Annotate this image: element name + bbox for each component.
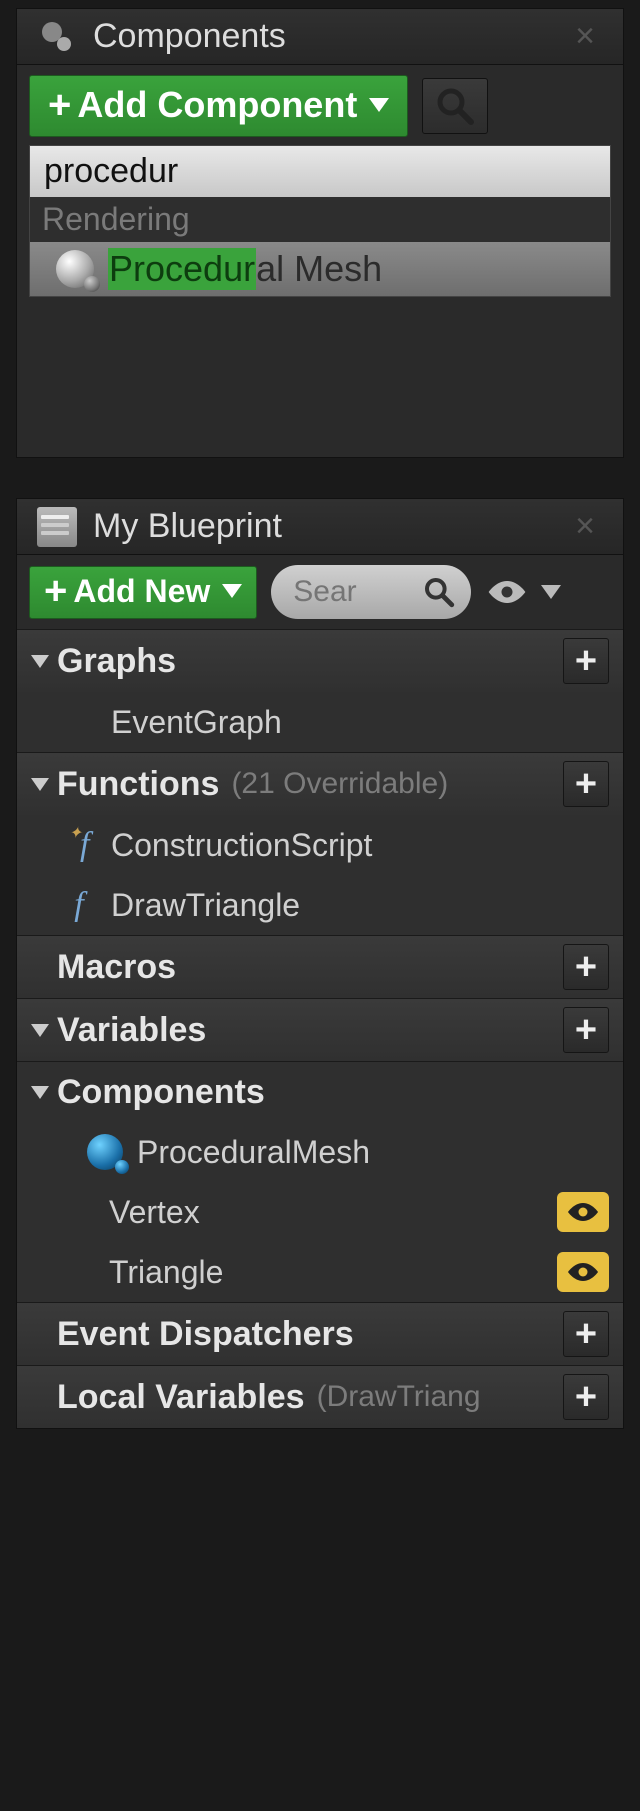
plus-icon: + (48, 93, 71, 117)
add-component-button[interactable]: + Add Component (29, 75, 408, 137)
section-header-functions[interactable]: Functions (21 Overridable) + (17, 753, 623, 815)
blueprint-toolbar: + Add New (17, 555, 623, 629)
blueprint-search[interactable] (271, 565, 471, 619)
blueprint-tab-title: My Blueprint (93, 507, 282, 546)
add-graph-button[interactable]: + (563, 638, 609, 684)
eventgraph-icon (61, 704, 97, 740)
section-title: Macros (57, 948, 176, 987)
component-search-dropdown: Rendering Procedural Mesh (29, 145, 611, 297)
add-macro-button[interactable]: + (563, 944, 609, 990)
section-subtitle: (DrawTriang (317, 1380, 563, 1414)
section-variables: Variables + (17, 998, 623, 1061)
blueprint-tab[interactable]: My Blueprint × (17, 499, 623, 555)
category-header: Rendering (30, 197, 610, 242)
variable-item-vertex[interactable]: Vertex (17, 1182, 623, 1242)
component-search-input[interactable] (30, 146, 610, 197)
visibility-toggle[interactable] (557, 1252, 609, 1292)
section-title: Graphs (57, 642, 176, 681)
add-component-label: Add Component (77, 84, 357, 126)
section-header-graphs[interactable]: Graphs + (17, 630, 623, 692)
blueprint-icon (37, 507, 77, 547)
function-icon: f (61, 887, 97, 923)
expander-icon (31, 1024, 49, 1037)
search-icon (423, 576, 455, 608)
array-icon (61, 1195, 95, 1229)
components-toolbar: + Add Component (17, 65, 623, 147)
item-label: Triangle (109, 1254, 223, 1291)
eye-icon (485, 577, 529, 607)
search-result-procedural-mesh[interactable]: Procedural Mesh (30, 242, 610, 296)
components-icon (37, 17, 77, 57)
plus-icon: + (44, 579, 67, 603)
function-icon: f (61, 827, 97, 863)
section-event-dispatchers: Event Dispatchers + (17, 1302, 623, 1365)
components-tab[interactable]: Components × (17, 9, 623, 65)
section-header-components[interactable]: Components (17, 1062, 623, 1122)
item-label: EventGraph (111, 704, 282, 741)
graph-item-eventgraph[interactable]: EventGraph (17, 692, 623, 752)
search-result-label: Procedural Mesh (108, 248, 382, 290)
section-subtitle: (21 Overridable) (231, 767, 448, 801)
item-label: Vertex (109, 1194, 200, 1231)
function-item-drawtriangle[interactable]: f DrawTriangle (17, 875, 623, 935)
section-header-dispatchers[interactable]: Event Dispatchers + (17, 1303, 623, 1365)
chevron-down-icon (369, 98, 389, 112)
section-header-variables[interactable]: Variables + (17, 999, 623, 1061)
section-header-macros[interactable]: Macros + (17, 936, 623, 998)
component-item-proceduralmesh[interactable]: ProceduralMesh (17, 1122, 623, 1182)
item-label: ProceduralMesh (137, 1134, 370, 1171)
close-icon[interactable]: × (567, 507, 603, 546)
expander-icon (31, 1086, 49, 1099)
mesh-component-icon (87, 1134, 123, 1170)
add-variable-button[interactable]: + (563, 1007, 609, 1053)
chevron-down-icon (222, 584, 242, 598)
close-icon[interactable]: × (567, 17, 603, 56)
components-tab-title: Components (93, 17, 286, 56)
view-options-button[interactable] (485, 577, 561, 607)
section-title: Components (57, 1073, 265, 1112)
mesh-icon (56, 250, 94, 288)
add-function-button[interactable]: + (563, 761, 609, 807)
add-dispatcher-button[interactable]: + (563, 1311, 609, 1357)
expander-icon (31, 778, 49, 791)
add-new-label: Add New (73, 573, 210, 610)
item-label: ConstructionScript (111, 827, 372, 864)
section-graphs: Graphs + EventGraph (17, 629, 623, 752)
add-new-button[interactable]: + Add New (29, 566, 257, 619)
search-button[interactable] (422, 78, 488, 134)
section-title: Functions (57, 765, 219, 804)
function-item-constructionscript[interactable]: f ConstructionScript (17, 815, 623, 875)
item-label: DrawTriangle (111, 887, 300, 924)
section-functions: Functions (21 Overridable) + f Construct… (17, 752, 623, 935)
array-icon (61, 1255, 95, 1289)
my-blueprint-panel: My Blueprint × + Add New Graphs (16, 498, 624, 1429)
blueprint-search-input[interactable] (293, 575, 413, 609)
expander-icon (31, 655, 49, 668)
search-icon (435, 86, 475, 126)
section-title: Variables (57, 1011, 206, 1050)
chevron-down-icon (541, 585, 561, 599)
section-components: Components ProceduralMesh Vertex Triangl… (17, 1061, 623, 1302)
visibility-toggle[interactable] (557, 1192, 609, 1232)
section-local-variables: Local Variables (DrawTriang + (17, 1365, 623, 1428)
section-title: Local Variables (57, 1378, 305, 1417)
section-macros: Macros + (17, 935, 623, 998)
section-header-localvars[interactable]: Local Variables (DrawTriang + (17, 1366, 623, 1428)
components-panel: Components × + Add Component Rendering P… (16, 8, 624, 458)
variable-item-triangle[interactable]: Triangle (17, 1242, 623, 1302)
add-localvar-button[interactable]: + (563, 1374, 609, 1420)
section-title: Event Dispatchers (57, 1315, 354, 1354)
